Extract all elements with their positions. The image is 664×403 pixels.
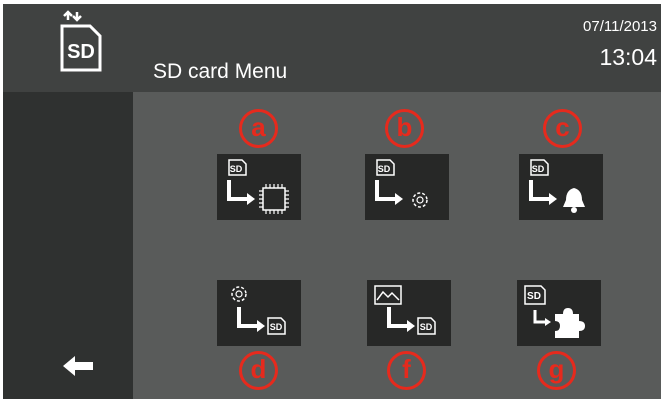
sd-to-plugin-icon: SD xyxy=(524,285,585,338)
date-display: 07/11/2013 xyxy=(583,18,657,35)
menu-item-c[interactable]: SD xyxy=(519,154,603,220)
settings-to-sd-icon: SD xyxy=(231,286,286,335)
logo-text: SD xyxy=(67,41,95,63)
sd-to-settings-icon: SD xyxy=(375,159,428,208)
badge-g: g xyxy=(537,351,576,390)
badge-d: d xyxy=(239,351,278,390)
icon-sd-text: SD xyxy=(270,322,283,332)
badge-c: c xyxy=(543,109,582,148)
menu-item-f[interactable]: SD xyxy=(367,280,451,346)
badge-a: a xyxy=(239,109,278,148)
badge-f: f xyxy=(387,351,426,390)
sd-to-alarm-icon: SD xyxy=(529,159,585,213)
time-display: 13:04 xyxy=(599,44,657,70)
sd-card-transfer-icon: SD xyxy=(60,10,102,72)
page-title: SD card Menu xyxy=(153,60,288,83)
menu-item-g[interactable]: SD xyxy=(517,280,601,346)
sd-card-menu-screen: SD SD card Menu 07/11/2013 13:04 a SD b … xyxy=(3,4,661,399)
menu-item-b[interactable]: SD xyxy=(365,154,449,220)
icon-sd-text: SD xyxy=(420,322,433,332)
icon-sd-text: SD xyxy=(527,291,541,302)
back-arrow-icon[interactable] xyxy=(61,354,95,378)
icon-sd-text: SD xyxy=(378,164,391,174)
badge-b: b xyxy=(385,109,424,148)
sd-to-device-icon: SD xyxy=(227,159,289,214)
sidebar xyxy=(3,92,133,399)
menu-item-d[interactable]: SD xyxy=(217,280,301,346)
graph-to-sd-icon: SD xyxy=(374,285,436,335)
icon-sd-text: SD xyxy=(230,164,243,174)
header-bar: SD SD card Menu 07/11/2013 13:04 xyxy=(3,4,661,92)
menu-item-a[interactable]: SD xyxy=(217,154,301,220)
icon-sd-text: SD xyxy=(532,164,545,174)
